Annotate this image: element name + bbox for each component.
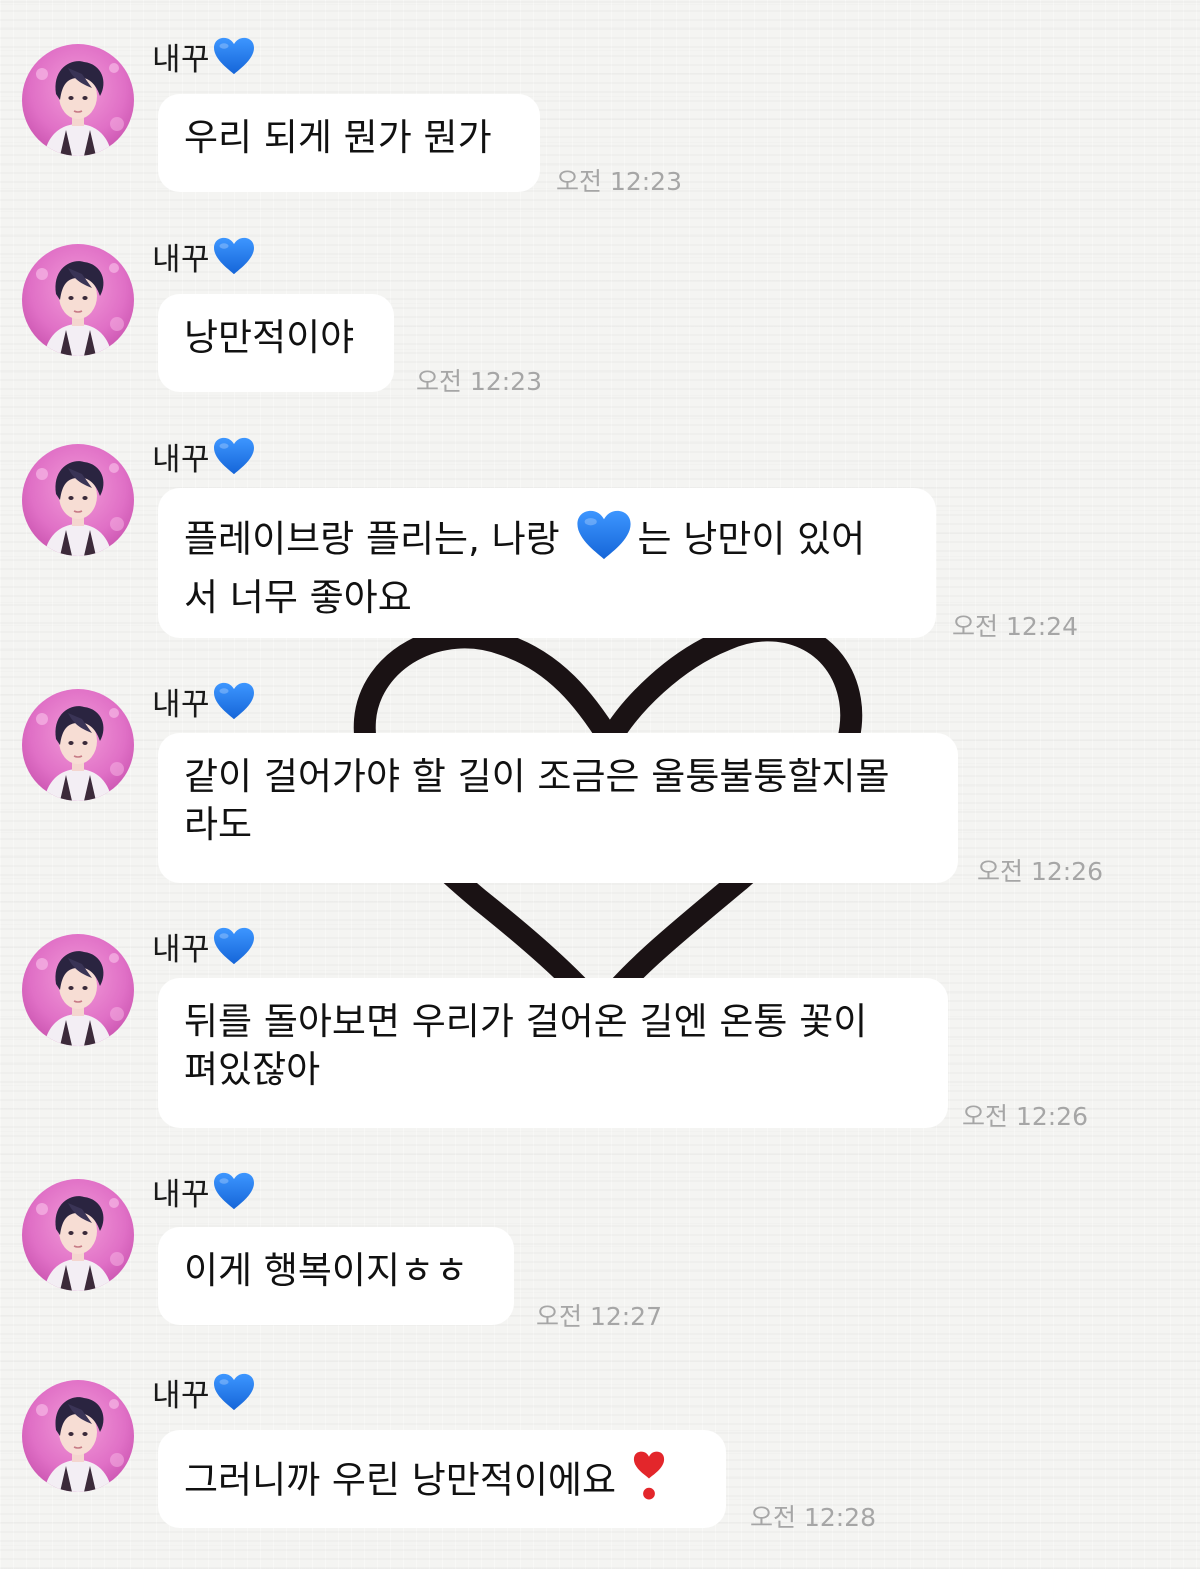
avatar[interactable] [22, 1179, 134, 1291]
blue-heart-icon [212, 1372, 256, 1412]
sender-name: 내꾸 [152, 1169, 256, 1213]
avatar[interactable] [22, 44, 134, 156]
message-timestamp: 오전 12:26 [977, 857, 1103, 886]
red-heart-exclamation-icon [632, 1450, 666, 1514]
blue-heart-icon [212, 926, 256, 966]
message-timestamp: 오전 12:23 [556, 167, 682, 196]
avatar[interactable] [22, 444, 134, 556]
message-bubble[interactable]: 낭만적이야 [158, 294, 394, 392]
blue-heart-icon [575, 508, 633, 574]
avatar[interactable] [22, 689, 134, 801]
message-timestamp: 오전 12:26 [962, 1102, 1088, 1131]
sender-name: 내꾸 [152, 234, 256, 278]
message-bubble[interactable]: 같이 걸어가야 할 길이 조금은 울퉁불퉁할지몰 라도 [158, 733, 958, 883]
message-timestamp: 오전 12:23 [416, 367, 542, 396]
blue-heart-icon [212, 36, 256, 76]
message-bubble[interactable]: 그러니까 우린 낭만적이에요 [158, 1430, 726, 1528]
message-timestamp: 오전 12:27 [536, 1302, 662, 1331]
avatar[interactable] [22, 1380, 134, 1492]
sender-name: 내꾸 [152, 34, 256, 78]
message-bubble[interactable]: 우리 되게 뭔가 뭔가 [158, 94, 540, 192]
message-bubble[interactable]: 뒤를 돌아보면 우리가 걸어온 길엔 온통 꽃이 펴있잖아 [158, 978, 948, 1128]
blue-heart-icon [212, 1171, 256, 1211]
avatar[interactable] [22, 244, 134, 356]
message-timestamp: 오전 12:28 [750, 1503, 876, 1532]
message-bubble[interactable]: 이게 행복이지ㅎㅎ [158, 1227, 514, 1325]
blue-heart-icon [212, 681, 256, 721]
blue-heart-icon [212, 236, 256, 276]
sender-name: 내꾸 [152, 434, 256, 478]
sender-name: 내꾸 [152, 679, 256, 723]
sender-name: 내꾸 [152, 1370, 256, 1414]
sender-name: 내꾸 [152, 924, 256, 968]
message-timestamp: 오전 12:24 [952, 612, 1078, 641]
avatar[interactable] [22, 934, 134, 1046]
message-bubble[interactable]: 플레이브랑 플리는, 나랑 는 낭만이 있어 서 너무 좋아요 [158, 488, 936, 638]
blue-heart-icon [212, 436, 256, 476]
